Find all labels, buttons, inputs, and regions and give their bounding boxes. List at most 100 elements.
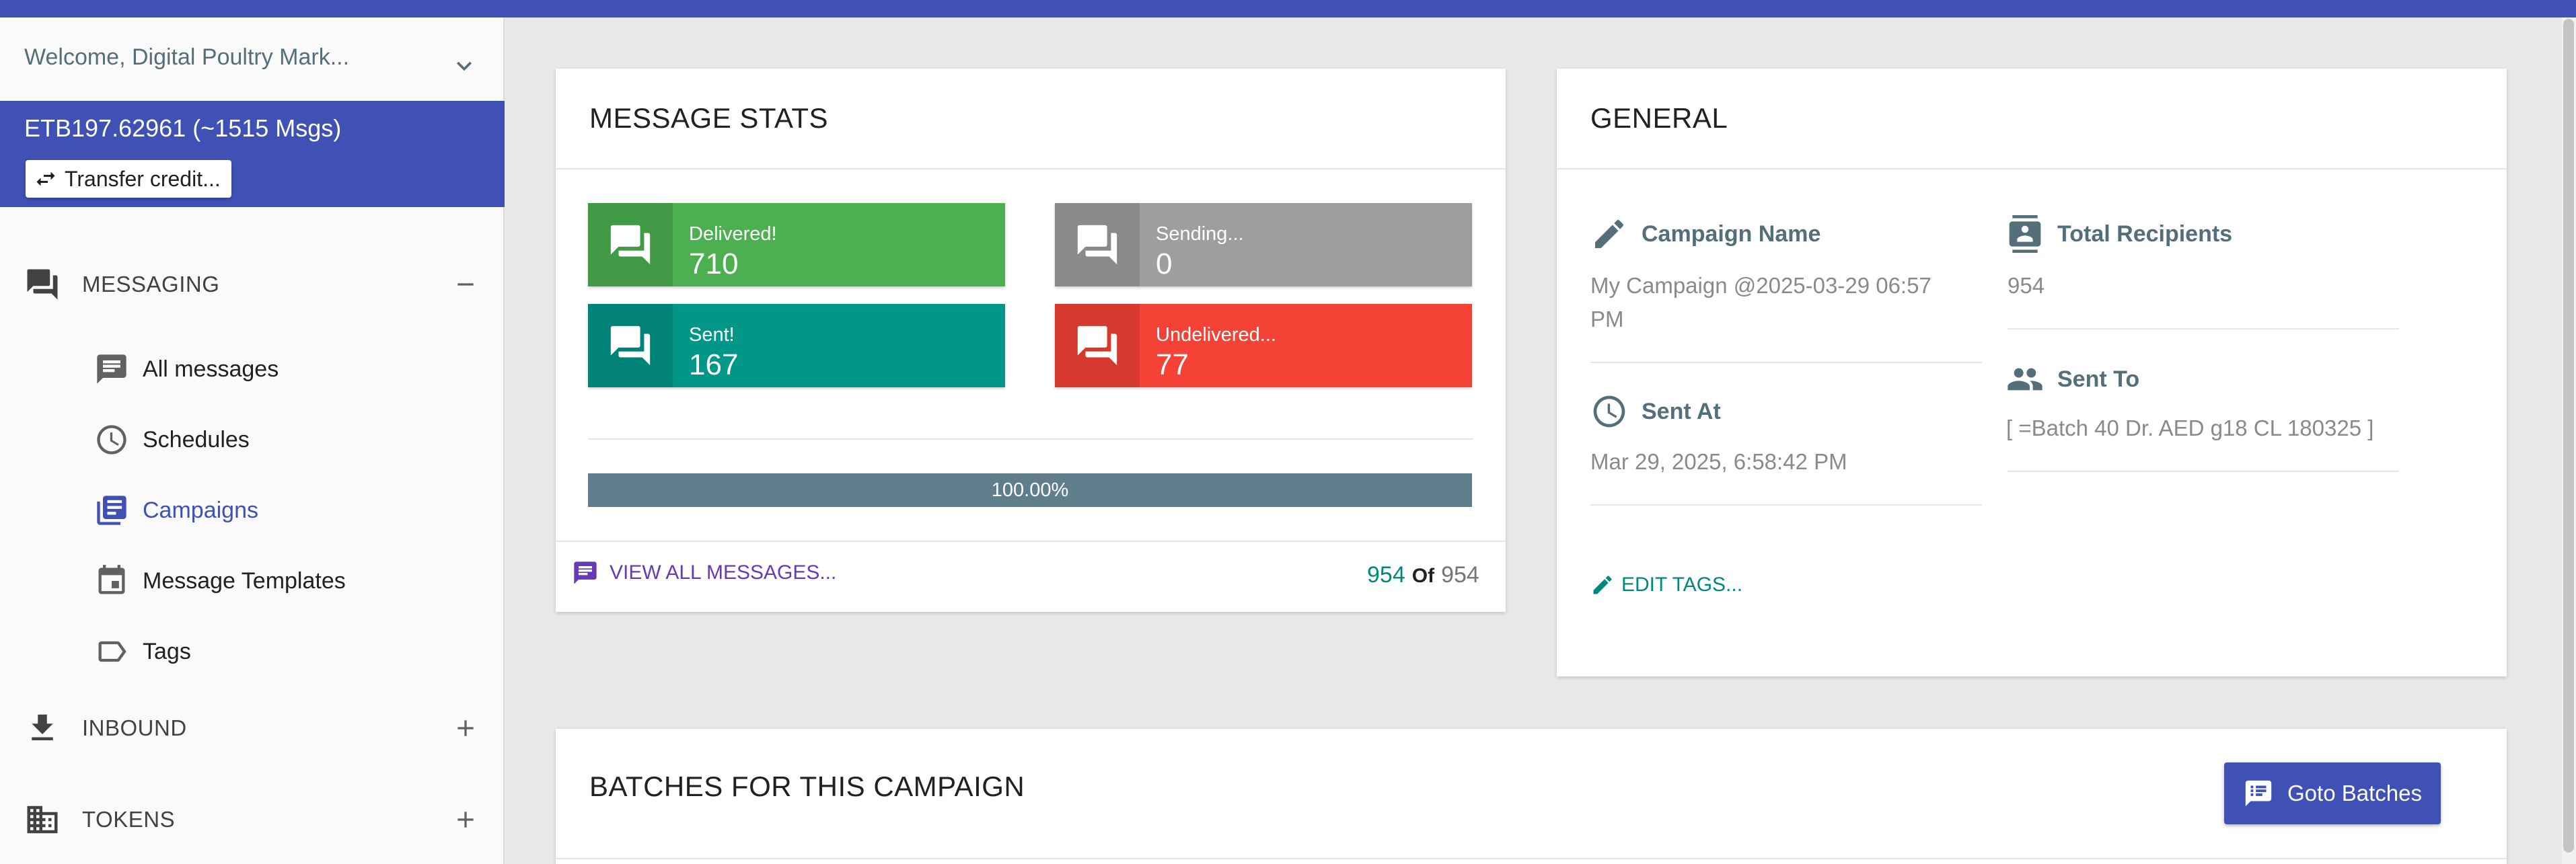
divider: [1590, 504, 1982, 506]
stat-undelivered[interactable]: Undelivered... 77: [1055, 304, 1472, 387]
stat-sending[interactable]: Sending... 0: [1055, 203, 1472, 286]
sidebar-item-label: Campaigns: [143, 497, 258, 523]
sent-to-label: Sent To: [2057, 366, 2140, 392]
stat-value: 77: [1156, 348, 1189, 381]
progress-bar: 100.00%: [588, 473, 1472, 507]
sidebar-item-campaigns[interactable]: Campaigns: [0, 480, 505, 541]
view-all-label: VIEW ALL MESSAGES...: [610, 561, 837, 584]
sidebar-item-label: Tags: [143, 638, 191, 664]
stat-label: Sending...: [1156, 223, 1244, 245]
stat-value: 0: [1156, 247, 1173, 280]
tag-icon: [98, 641, 126, 662]
stat-label: Delivered!: [689, 223, 777, 245]
stat-delivered[interactable]: Delivered! 710: [588, 203, 1005, 286]
card-title: MESSAGE STATS: [589, 102, 829, 134]
progress-text: 100.00%: [991, 479, 1069, 501]
stat-value: 167: [689, 348, 739, 381]
sidebar-item-label: All messages: [143, 356, 279, 382]
goto-batches-button[interactable]: Goto Batches: [2224, 762, 2441, 824]
plus-icon[interactable]: [452, 806, 479, 833]
clock-icon: [97, 425, 126, 455]
chat-icon-wrap: [1055, 203, 1140, 286]
batches-card: BATCHES FOR THIS CAMPAIGN: [556, 729, 2507, 864]
total-recipients-label: Total Recipients: [2057, 221, 2233, 247]
plus-icon[interactable]: [452, 715, 479, 742]
people-icon: [2008, 368, 2043, 391]
divider: [1590, 362, 1982, 363]
credit-balance: ETB197.62961 (~1515 Msgs): [24, 114, 342, 142]
chat-icon: [610, 225, 651, 265]
sent-to-heading: Sent To: [2006, 360, 2139, 398]
clock-icon: [1593, 395, 1625, 428]
nav-section-label: MESSAGING: [82, 272, 220, 297]
count-done: 954: [1367, 562, 1405, 588]
edit-tags-label: EDIT TAGS...: [1621, 574, 1743, 596]
chat-icon: [610, 325, 651, 366]
message-stats-card: MESSAGE STATS Delivered! 710 Sending... …: [556, 69, 1506, 612]
minus-icon[interactable]: [452, 271, 479, 298]
credit-panel: ETB197.62961 (~1515 Msgs) Transfer credi…: [0, 101, 505, 207]
chevron-down-icon[interactable]: [449, 51, 479, 81]
sent-to-value: [ =Batch 40 Dr. AED g18 CL 180325 ]: [2006, 416, 2374, 440]
building-icon: [27, 806, 58, 834]
campaign-name-heading: Campaign Name: [1590, 215, 1820, 253]
sidebar-item-all-messages[interactable]: All messages: [0, 339, 505, 399]
stat-value: 710: [689, 247, 739, 280]
download-icon: [32, 714, 53, 740]
chat-icon: [1077, 225, 1117, 265]
stat-sent[interactable]: Sent! 167: [588, 304, 1005, 387]
library-icon: [97, 496, 126, 525]
count-of: Of: [1411, 565, 1435, 587]
transfer-credit-button[interactable]: Transfer credit...: [26, 160, 231, 198]
chat-icon-wrap: [1055, 304, 1140, 387]
view-all-messages-link[interactable]: VIEW ALL MESSAGES...: [572, 559, 836, 586]
goto-batches-label: Goto Batches: [2287, 781, 2422, 806]
divider: [556, 168, 1506, 169]
scrollbar-thumb[interactable]: [2563, 19, 2574, 853]
total-recipients-heading: Total Recipients: [2006, 215, 2232, 253]
divider: [556, 858, 2507, 859]
divider: [556, 541, 1506, 542]
message-icon: [97, 354, 126, 384]
sidebar-item-label: Schedules: [143, 426, 250, 453]
card-title: BATCHES FOR THIS CAMPAIGN: [589, 771, 1025, 802]
count-total: 954: [1441, 562, 1479, 588]
divider: [2008, 328, 2399, 329]
campaign-name-label: Campaign Name: [1642, 221, 1821, 247]
divider: [588, 438, 1473, 440]
card-title: GENERAL: [1590, 102, 1728, 134]
total-recipients-value: 954: [2008, 273, 2045, 298]
nav-section-label: TOKENS: [82, 807, 176, 832]
chat-icon-wrap: [588, 304, 673, 387]
top-app-bar: [0, 0, 2576, 17]
nav-section-tokens[interactable]: TOKENS: [0, 789, 505, 850]
stat-label: Undelivered...: [1156, 324, 1276, 346]
welcome-text[interactable]: Welcome, Digital Poultry Mark...: [24, 44, 455, 71]
transfer-credit-label: Transfer credit...: [65, 166, 221, 191]
divider: [2008, 471, 2399, 472]
contacts-icon: [2009, 215, 2041, 253]
divider: [1557, 168, 2507, 169]
swap-icon: [36, 171, 55, 186]
sidebar-item-label: Message Templates: [143, 567, 346, 594]
message-icon: [574, 561, 597, 584]
pencil-icon: [1593, 576, 1612, 594]
sidebar-item-message-templates[interactable]: Message Templates: [0, 551, 505, 611]
chat-icon-wrap: [588, 203, 673, 286]
sent-at-label: Sent At: [1642, 398, 1721, 424]
nav-section-label: INBOUND: [82, 715, 187, 740]
chat-icon: [1077, 325, 1117, 366]
pencil-icon: [1595, 219, 1624, 248]
campaign-name-value: My Campaign @2025-03-29 06:57 PM: [1590, 273, 1931, 331]
sidebar: Welcome, Digital Poultry Mark... ETB197.…: [0, 17, 505, 864]
message-count: 954 Of 954: [1367, 562, 1479, 588]
nav-section-inbound[interactable]: INBOUND: [0, 698, 505, 758]
sidebar-item-tags[interactable]: Tags: [0, 621, 505, 682]
edit-tags-link[interactable]: EDIT TAGS...: [1590, 573, 1742, 597]
stat-label: Sent!: [689, 324, 735, 346]
sent-at-heading: Sent At: [1590, 393, 1721, 430]
nav-section-messaging[interactable]: MESSAGING: [0, 254, 505, 315]
sidebar-item-schedules[interactable]: Schedules: [0, 409, 505, 470]
forum-icon: [27, 269, 58, 300]
calendar-icon: [98, 565, 125, 594]
